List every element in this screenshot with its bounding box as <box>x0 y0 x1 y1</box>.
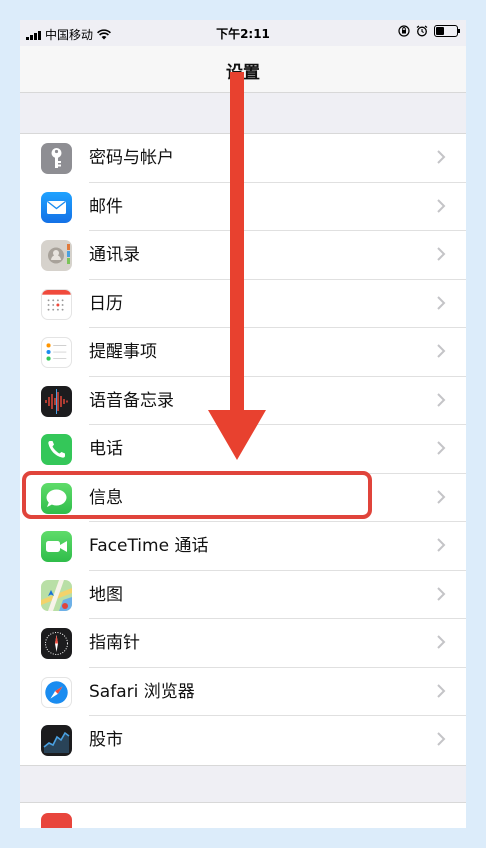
settings-item-label: 指南针 <box>89 633 140 653</box>
page-title: 设置 <box>226 63 260 83</box>
navigation-bar: 设置 <box>20 46 466 93</box>
orientation-lock-icon <box>398 25 410 37</box>
settings-item-mail[interactable]: 邮件 <box>20 183 466 231</box>
chevron-right-icon <box>437 538 446 552</box>
app-icon <box>41 813 72 828</box>
maps-icon <box>41 579 72 611</box>
chevron-right-icon <box>437 247 446 261</box>
settings-item-maps[interactable]: 地图 <box>20 571 466 619</box>
contacts-icon <box>41 240 72 271</box>
settings-item-reminders[interactable]: 提醒事项 <box>20 328 466 377</box>
settings-item-phone[interactable]: 电话 <box>20 425 466 474</box>
battery-level <box>436 27 444 35</box>
settings-item-passwords-accounts[interactable]: 密码与帐户 <box>20 134 466 183</box>
settings-item-label: 密码与帐户 <box>89 148 174 168</box>
chevron-right-icon <box>437 683 446 698</box>
settings-item-label: 语音备忘录 <box>89 390 174 411</box>
settings-item-label: 股市 <box>89 730 123 750</box>
chevron-right-icon <box>437 732 446 746</box>
settings-item-label: 提醒事项 <box>89 342 157 362</box>
chevron-right-icon <box>437 489 446 504</box>
safari-icon <box>41 676 72 708</box>
battery-icon <box>434 25 460 37</box>
phone-screen: 中国移动 下午2:11 设置 密码与帐户 邮件 通讯录 日历 提醒事项 语音备忘… <box>20 20 466 828</box>
chevron-right-icon <box>437 344 446 358</box>
phone-icon <box>41 434 72 465</box>
settings-item-facetime[interactable]: FaceTime 通话 <box>20 522 466 571</box>
chevron-right-icon <box>437 295 446 310</box>
reminders-icon <box>41 337 72 368</box>
chevron-right-icon <box>437 392 446 407</box>
settings-item-compass[interactable]: 指南针 <box>20 619 466 668</box>
settings-item-label: 日历 <box>89 293 123 314</box>
settings-item-label: Safari 浏览器 <box>89 681 195 702</box>
settings-item-voice-memos[interactable]: 语音备忘录 <box>20 377 466 425</box>
settings-list-next-section <box>20 802 466 828</box>
settings-item-label: 通讯录 <box>89 245 140 265</box>
calendar-icon <box>41 288 72 320</box>
key-icon <box>41 143 72 174</box>
chevron-right-icon <box>437 198 446 213</box>
compass-icon <box>41 628 72 659</box>
settings-item-label: 电话 <box>89 439 123 459</box>
chevron-right-icon <box>437 586 446 601</box>
stocks-icon <box>41 725 72 756</box>
voice-memos-icon <box>41 385 72 417</box>
settings-item-calendar[interactable]: 日历 <box>20 280 466 328</box>
settings-list: 密码与帐户 邮件 通讯录 日历 提醒事项 语音备忘录 电话 信息 FaceTim… <box>20 133 466 766</box>
settings-item-stocks[interactable]: 股市 <box>20 716 466 765</box>
chevron-right-icon <box>437 635 446 649</box>
chevron-right-icon <box>437 150 446 164</box>
mail-icon <box>41 191 72 223</box>
facetime-icon <box>41 531 72 562</box>
status-bar: 中国移动 下午2:11 <box>20 20 466 46</box>
settings-item-safari[interactable]: Safari 浏览器 <box>20 668 466 716</box>
status-right <box>398 25 460 37</box>
settings-item-label: FaceTime 通话 <box>89 536 209 556</box>
settings-item-label: 地图 <box>89 584 123 605</box>
alarm-icon <box>416 25 428 37</box>
watermark: Baidu 经验 <box>409 814 466 827</box>
highlight-box <box>22 471 372 519</box>
settings-item-contacts[interactable]: 通讯录 <box>20 231 466 280</box>
settings-item-label: 邮件 <box>89 196 123 217</box>
chevron-right-icon <box>437 441 446 455</box>
